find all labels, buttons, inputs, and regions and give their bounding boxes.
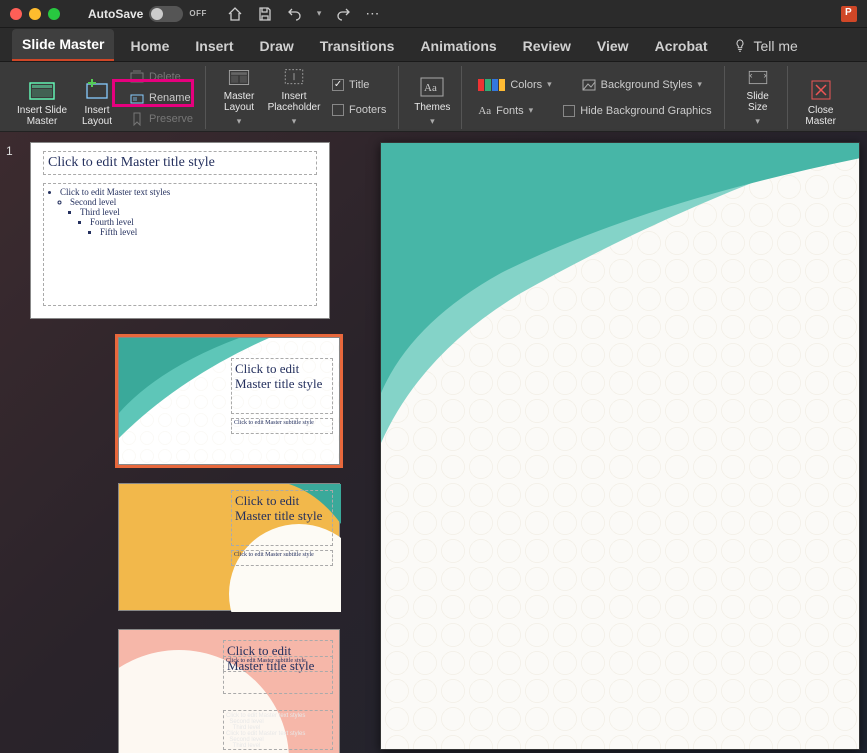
preserve-icon <box>130 112 144 126</box>
autosave-state: OFF <box>189 9 207 18</box>
checkbox-icon <box>563 105 575 117</box>
ribbon-group-edit-master: Insert Slide Master Insert Layout Delete… <box>8 66 206 129</box>
tab-insert[interactable]: Insert <box>185 31 243 61</box>
tab-animations[interactable]: Animations <box>410 31 506 61</box>
layout-subtitle-placeholder: Click to edit Master subtitle style <box>231 550 333 566</box>
tell-me-search[interactable]: Tell me <box>723 31 807 61</box>
rename-button[interactable]: Rename <box>124 88 199 108</box>
teal-swoop-large <box>381 143 860 443</box>
tell-me-label: Tell me <box>753 38 797 54</box>
tab-draw[interactable]: Draw <box>250 31 304 61</box>
insert-layout-icon <box>84 78 110 102</box>
slide-canvas[interactable] <box>380 142 860 750</box>
thumbnail-pane[interactable]: 1 Click to edit Master title style Click… <box>0 132 360 753</box>
autosave-label: AutoSave <box>88 7 143 21</box>
checkbox-icon <box>332 104 344 116</box>
layout-body-placeholder: Click to edit Master text styles Second … <box>223 710 333 750</box>
layout-title-placeholder: Click to edit Master title style <box>231 358 333 414</box>
ribbon: Insert Slide Master Insert Layout Delete… <box>0 62 867 132</box>
ribbon-group-master-layout: Master Layout Insert Placeholder Title F… <box>210 66 399 129</box>
delete-button[interactable]: Delete <box>124 67 199 87</box>
master-title-placeholder: Click to edit Master title style <box>43 151 317 175</box>
footers-checkbox[interactable]: Footers <box>326 100 392 120</box>
tab-acrobat[interactable]: Acrobat <box>645 31 718 61</box>
tab-slide-master[interactable]: Slide Master <box>12 29 114 61</box>
tab-review[interactable]: Review <box>513 31 581 61</box>
slide-size-button[interactable]: Slide Size <box>735 67 781 129</box>
insert-placeholder-button[interactable]: Insert Placeholder <box>266 67 322 129</box>
close-icon <box>808 78 834 102</box>
slide-master-number: 1 <box>6 144 13 158</box>
close-master-button[interactable]: Close Master <box>798 67 844 129</box>
window-controls <box>10 8 60 20</box>
close-window-button[interactable] <box>10 8 22 20</box>
tab-view[interactable]: View <box>587 31 639 61</box>
colors-icon <box>478 79 505 91</box>
slide-size-icon <box>745 67 771 88</box>
slide-canvas-pane[interactable] <box>360 132 867 753</box>
ribbon-group-close: Close Master <box>792 66 850 129</box>
themes-icon: Aa <box>419 75 445 99</box>
autosave-toggle[interactable]: AutoSave OFF <box>88 6 207 22</box>
insert-slide-master-button[interactable]: Insert Slide Master <box>14 67 70 129</box>
layout-thumbnail-3[interactable]: Click to edit Master title style Click t… <box>118 629 340 753</box>
themes-button[interactable]: Aa Themes <box>409 67 455 129</box>
tab-transitions[interactable]: Transitions <box>310 31 405 61</box>
master-body-placeholder: Click to edit Master text styles Second … <box>43 183 317 306</box>
ribbon-group-themes: Aa Themes <box>403 66 462 129</box>
redo-icon[interactable] <box>335 6 351 22</box>
powerpoint-app-icon <box>841 6 857 22</box>
ribbon-group-size: Slide Size <box>729 66 788 129</box>
insert-layout-button[interactable]: Insert Layout <box>74 67 120 129</box>
insert-slide-master-icon <box>29 78 55 102</box>
tab-home[interactable]: Home <box>120 31 179 61</box>
lightbulb-icon <box>733 39 747 53</box>
ribbon-group-background: Colors Background Styles Aa Fonts Hide B… <box>466 66 724 129</box>
colors-button[interactable]: Colors <box>472 75 557 95</box>
save-icon[interactable] <box>257 6 273 22</box>
layout-title-placeholder: Click to edit Master title style <box>231 490 333 546</box>
layout-thumbnail-2[interactable]: Click to edit Master title style Click t… <box>118 483 340 611</box>
workspace: 1 Click to edit Master title style Click… <box>0 132 867 753</box>
fonts-icon: Aa <box>478 105 491 117</box>
background-styles-icon <box>582 78 596 92</box>
title-checkbox[interactable]: Title <box>326 75 392 95</box>
delete-icon <box>130 70 144 84</box>
fonts-button[interactable]: Aa Fonts <box>472 101 539 121</box>
undo-dropdown[interactable]: ▾ <box>317 8 322 19</box>
layout-subtitle-placeholder: Click to edit Master subtitle style <box>231 418 333 434</box>
master-layout-button[interactable]: Master Layout <box>216 67 262 129</box>
ribbon-tabs: Slide Master Home Insert Draw Transition… <box>0 28 867 62</box>
home-icon[interactable] <box>227 6 243 22</box>
autosave-switch[interactable] <box>149 6 183 22</box>
rename-icon <box>130 91 144 105</box>
svg-text:Aa: Aa <box>424 82 437 94</box>
preserve-button[interactable]: Preserve <box>124 109 199 129</box>
layout-thumbnail-1[interactable]: Click to edit Master title style Click t… <box>118 337 340 465</box>
undo-icon[interactable] <box>287 6 303 22</box>
quick-access-toolbar: ▾ ⋯ <box>227 5 381 22</box>
background-styles-button[interactable]: Background Styles <box>576 75 708 95</box>
insert-placeholder-icon <box>281 67 307 88</box>
hide-background-checkbox[interactable]: Hide Background Graphics <box>557 101 717 121</box>
qat-more-icon[interactable]: ⋯ <box>365 5 380 22</box>
layout-subtitle-placeholder: Click to edit Master subtitle style <box>223 656 333 672</box>
titlebar: AutoSave OFF ▾ ⋯ <box>0 0 867 28</box>
zoom-window-button[interactable] <box>48 8 60 20</box>
master-layout-icon <box>226 67 252 88</box>
checkbox-icon <box>332 79 344 91</box>
minimize-window-button[interactable] <box>29 8 41 20</box>
slide-master-thumbnail[interactable]: Click to edit Master title style Click t… <box>30 142 330 319</box>
